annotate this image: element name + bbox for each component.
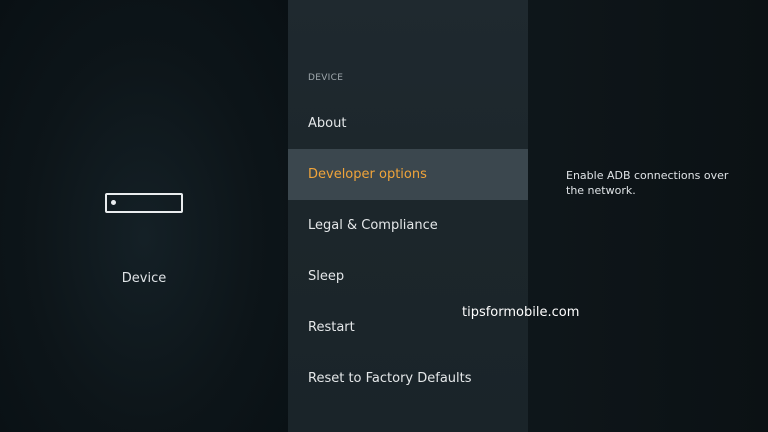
- category-label: Device: [121, 271, 167, 286]
- menu-item-developer-options[interactable]: Developer options: [288, 149, 528, 200]
- section-title: DEVICE: [308, 73, 344, 83]
- settings-menu: DEVICE About Developer options Legal & C…: [288, 0, 528, 432]
- menu-item-sleep[interactable]: Sleep: [288, 251, 528, 302]
- watermark-text: tipsformobile.com: [462, 305, 580, 320]
- category-pane: Device: [0, 0, 288, 432]
- device-led-dot: [111, 200, 116, 205]
- menu-item-reset-factory-defaults[interactable]: Reset to Factory Defaults: [288, 353, 528, 404]
- option-description: Enable ADB connections over the network.: [566, 169, 729, 197]
- menu-item-about[interactable]: About: [288, 98, 528, 149]
- description-pane: Enable ADB connections over the network.: [528, 0, 768, 432]
- menu-item-legal-compliance[interactable]: Legal & Compliance: [288, 200, 528, 251]
- settings-screen: Device DEVICE About Developer options Le…: [0, 0, 768, 432]
- device-icon: [105, 193, 183, 213]
